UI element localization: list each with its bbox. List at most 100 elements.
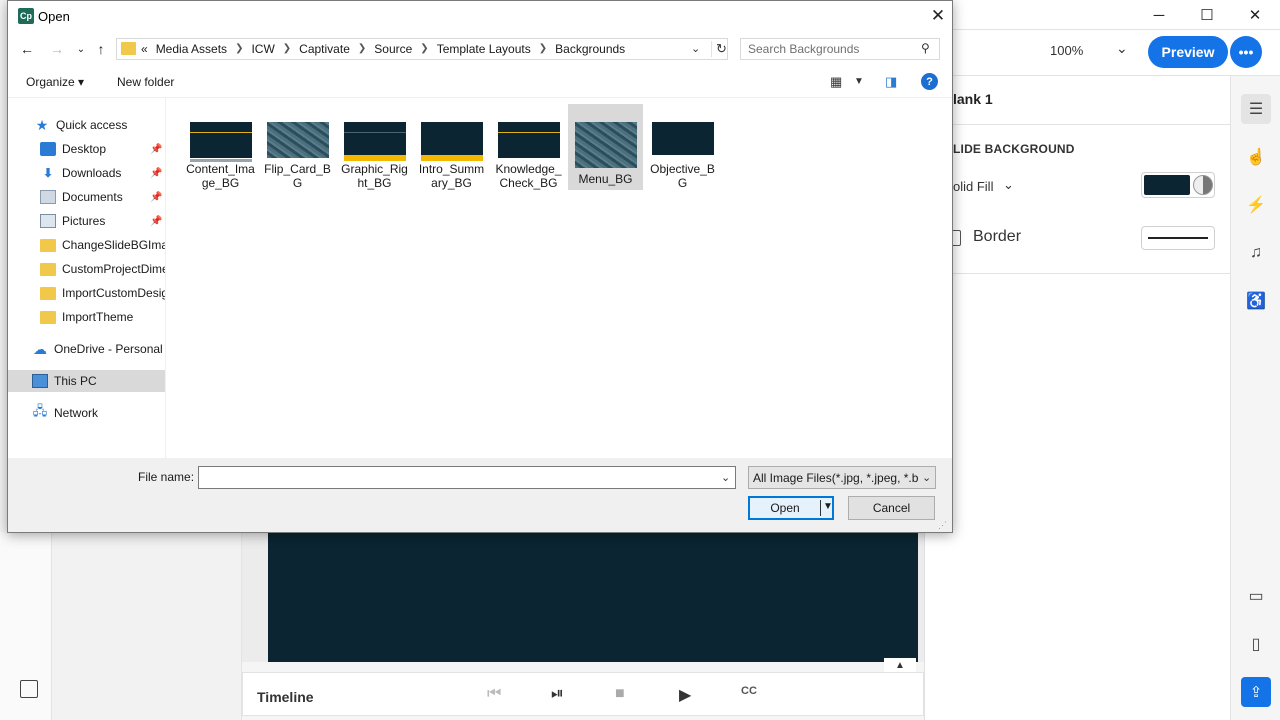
breadcrumb-item[interactable]: Source: [374, 42, 412, 56]
maximize-button[interactable]: ☐: [1184, 0, 1230, 30]
chevron-down-icon[interactable]: ⌄: [691, 42, 700, 55]
document-icon[interactable]: ▯: [1241, 629, 1271, 659]
help-icon[interactable]: ?: [921, 73, 938, 90]
view-options-icon[interactable]: ▦: [830, 74, 842, 90]
nav-item-folder[interactable]: ImportCustomDesign: [8, 282, 166, 304]
chevron-right-icon[interactable]: ❯: [358, 43, 366, 57]
zoom-level[interactable]: 100%: [1050, 43, 1083, 58]
folder-icon: [40, 238, 56, 252]
timeline-label[interactable]: Timeline: [257, 689, 314, 705]
nav-item-quick-access[interactable]: ★ Quick access: [8, 114, 165, 136]
back-arrow-icon[interactable]: ←: [16, 39, 38, 59]
file-name-combobox[interactable]: ⌄: [198, 466, 736, 489]
file-item[interactable]: Graphic_Right_BG: [337, 104, 412, 190]
file-type-filter[interactable]: All Image Files(*.jpg, *.jpeg, *.b ⌄: [748, 466, 936, 489]
chevron-down-icon[interactable]: ⌄: [922, 471, 931, 484]
fill-color-picker[interactable]: [1141, 172, 1215, 198]
nav-item-desktop[interactable]: Desktop 📌: [8, 138, 165, 160]
folder-icon: [121, 42, 136, 55]
close-icon[interactable]: ✕: [926, 4, 950, 28]
file-name-field[interactable]: [199, 467, 709, 488]
new-folder-button[interactable]: New folder: [117, 75, 174, 89]
filmstrip-toggle-icon[interactable]: [20, 680, 38, 698]
minimize-button[interactable]: ─: [1136, 0, 1182, 30]
slide-canvas[interactable]: [268, 532, 918, 662]
recent-locations-chevron-icon[interactable]: ⌄: [70, 39, 92, 59]
play-icon[interactable]: ▶: [679, 685, 691, 705]
nav-item-label: ImportCustomDesign: [62, 286, 166, 300]
fill-type-dropdown[interactable]: olid Fill: [953, 179, 993, 194]
nav-item-label: Desktop: [62, 142, 107, 156]
publish-share-icon[interactable]: ⇪: [1241, 677, 1271, 707]
search-icon[interactable]: ⚲: [921, 41, 930, 55]
accessibility-icon[interactable]: ♿: [1241, 286, 1271, 316]
refresh-icon[interactable]: ↻: [711, 41, 727, 57]
organize-menu[interactable]: Organize ▾: [26, 75, 84, 89]
breadcrumb-item[interactable]: ICW: [251, 42, 274, 56]
interaction-hand-icon[interactable]: ☝: [1241, 142, 1271, 172]
color-swatch[interactable]: [1144, 175, 1190, 195]
more-options-button[interactable]: •••: [1230, 36, 1262, 68]
chevron-down-icon[interactable]: ⌄: [1003, 177, 1014, 193]
chevron-right-icon[interactable]: ❯: [235, 43, 243, 57]
folder-icon: [40, 262, 56, 276]
nav-item-this-pc[interactable]: This PC: [8, 370, 165, 392]
breadcrumb-overflow[interactable]: «: [141, 42, 148, 56]
cancel-button[interactable]: Cancel: [848, 496, 935, 520]
nav-item-network[interactable]: 🖧 Network: [8, 402, 165, 424]
animation-icon[interactable]: ⚡: [1241, 190, 1271, 220]
cloud-icon: ☁: [33, 340, 47, 357]
chevron-down-icon[interactable]: ⌄: [1116, 40, 1128, 57]
stop-icon[interactable]: ■: [615, 685, 625, 703]
nav-item-downloads[interactable]: ⬇ Downloads 📌: [8, 162, 165, 184]
preview-button[interactable]: Preview: [1148, 36, 1228, 68]
address-bar[interactable]: « Media Assets ❯ ICW ❯ Captivate ❯ Source ❯ …: [116, 38, 728, 60]
breadcrumb-item[interactable]: Media Assets: [156, 42, 227, 56]
file-item[interactable]: Intro_Summary_BG: [414, 104, 489, 190]
chevron-right-icon[interactable]: ❯: [539, 43, 547, 57]
nav-item-folder[interactable]: ImportTheme: [8, 306, 165, 328]
closed-captions-icon[interactable]: CC: [741, 685, 757, 697]
step-play-icon[interactable]: ⏯: [551, 685, 564, 703]
nav-item-folder[interactable]: ChangeSlideBGImage: [8, 234, 165, 256]
chevron-down-icon[interactable]: ▼: [854, 76, 864, 87]
timeline-bar: Timeline ⏮ ⏯ ■ ▶ CC: [242, 672, 924, 716]
file-item[interactable]: Objective_BG: [645, 104, 720, 190]
file-name: Objective_BG: [650, 162, 715, 190]
up-arrow-icon[interactable]: ↑: [90, 39, 112, 59]
chevron-right-icon[interactable]: ❯: [283, 43, 291, 57]
breadcrumb-item[interactable]: Backgrounds: [555, 42, 625, 56]
audio-note-icon[interactable]: ♫: [1241, 238, 1271, 268]
app-close-button[interactable]: ✕: [1232, 0, 1278, 30]
file-item[interactable]: Content_Image_BG: [183, 104, 258, 190]
opacity-icon[interactable]: [1193, 175, 1213, 195]
file-item[interactable]: Flip_Card_BG: [260, 104, 335, 190]
nav-item-documents[interactable]: Documents 📌: [8, 186, 165, 208]
search-input[interactable]: [741, 39, 917, 59]
nav-item-folder[interactable]: CustomProjectDimensions: [8, 258, 166, 280]
border-style-picker[interactable]: [1141, 226, 1215, 250]
nav-item-onedrive[interactable]: ☁ OneDrive - Personal: [8, 338, 165, 360]
nav-item-label: CustomProjectDimensions: [62, 262, 166, 276]
properties-sliders-icon[interactable]: ☰: [1241, 94, 1271, 124]
thumb-accent: [189, 132, 252, 133]
dropdown-arrow-icon[interactable]: ▼: [823, 501, 833, 512]
nav-item-pictures[interactable]: Pictures 📌: [8, 210, 165, 232]
preview-pane-icon[interactable]: ◨: [885, 74, 897, 90]
search-box[interactable]: ⚲: [740, 38, 940, 60]
chevron-right-icon[interactable]: ❯: [420, 43, 428, 57]
resize-grip-icon[interactable]: ⋰: [938, 520, 947, 531]
file-item[interactable]: Menu_BG: [568, 104, 643, 190]
dialog-footer: File name: ⌄ All Image Files(*.jpg, *.jp…: [8, 458, 952, 532]
collapse-up-icon[interactable]: ▲: [884, 658, 916, 672]
file-item[interactable]: Knowledge_Check_BG: [491, 104, 566, 190]
chevron-down-icon[interactable]: ⌄: [721, 471, 730, 484]
open-button[interactable]: Open ▼: [748, 496, 834, 520]
file-name: Graphic_Right_BG: [341, 162, 408, 190]
rewind-icon[interactable]: ⏮: [487, 685, 501, 703]
breadcrumb-item[interactable]: Template Layouts: [437, 42, 531, 56]
layout-panel-icon[interactable]: ▭: [1241, 581, 1271, 611]
breadcrumb-item[interactable]: Captivate: [299, 42, 350, 56]
properties-panel: lank 1 LIDE BACKGROUND olid Fill ⌄ Borde…: [924, 76, 1231, 720]
forward-arrow-icon[interactable]: →: [46, 39, 68, 59]
